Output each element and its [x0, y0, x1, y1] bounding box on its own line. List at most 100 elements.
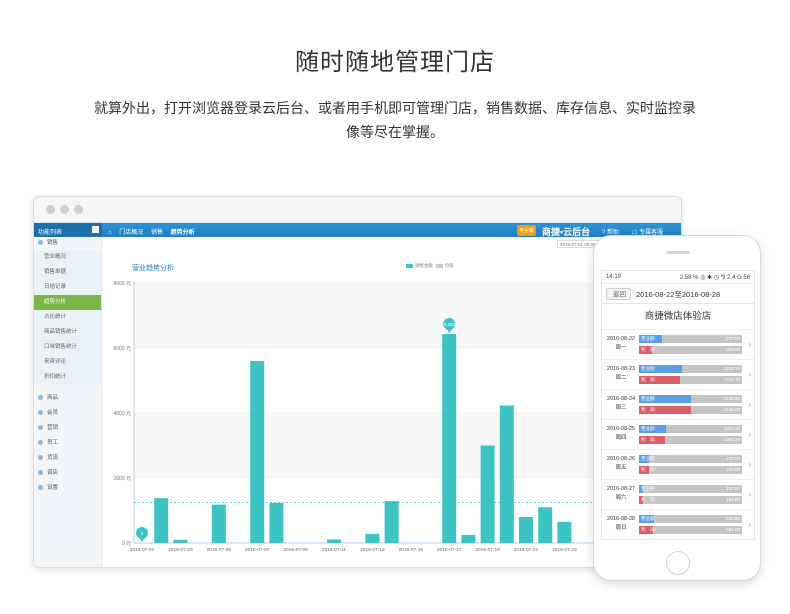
chart-bar: [499, 405, 514, 543]
sidebar-item[interactable]: 占比统计: [34, 310, 101, 325]
page-description: 就算外出，打开浏览器登录云后台、或者用手机即可管理门店，销售数据、库存信息、实时…: [94, 100, 696, 140]
y-tick-label: 8000 元: [113, 281, 131, 287]
daily-list: 2016-08-22 周一 营业额: 537.80 利 润: 309.80 › 2…: [602, 330, 754, 539]
sidebar-item[interactable]: 日结记录: [34, 280, 101, 295]
daily-row[interactable]: 2016-08-27 周六 营业额: 182.00 利 润: 182.00 ›: [602, 480, 754, 510]
sidebar-item[interactable]: 销售单据: [34, 265, 101, 280]
sidebar-group-marketing[interactable]: 营销: [34, 421, 101, 436]
daily-row[interactable]: 2016-08-24 周三 营业额: 2189.00 利 润: 2189.00 ›: [602, 390, 754, 420]
x-tick-label: 2016-07-13: [360, 547, 385, 553]
window-dot-icon: [60, 205, 69, 214]
x-tick-label: 2016-07-21: [514, 547, 539, 553]
home-button[interactable]: [666, 551, 690, 575]
sidebar-item[interactable]: 商品销售统计: [34, 325, 101, 340]
sidebar-group-settings[interactable]: 设置: [34, 481, 101, 496]
day-date: 2016-08-22 周一: [606, 336, 636, 351]
profit-label: 利 润:: [641, 527, 656, 532]
chart-bar: [250, 361, 265, 543]
profit-value: 2189.00: [723, 407, 740, 412]
browser-window: 功能列表 ⌂ 门店概况 销售 趋势分析 专业版 商捷•云后台 ? 帮助 ☖ 专属…: [33, 196, 682, 568]
revenue-bar: 营业额: 182.00: [639, 485, 742, 493]
profit-bar: 利 润: 1065.10: [639, 436, 742, 444]
expand-icon: [38, 440, 43, 446]
chart-bar: [173, 539, 188, 543]
revenue-value: 1093.10: [723, 426, 740, 431]
expand-icon: [38, 455, 43, 461]
chevron-right-icon: ›: [748, 460, 751, 469]
phone-screen: 14:19 2.58 % ◎ ✱ ◷ ⅋ 2.4 G 56 返回 2016-08…: [601, 270, 755, 540]
status-time: 14:19: [606, 274, 622, 280]
profit-bar: 利 润: 2189.00: [639, 406, 742, 414]
sidebar-item[interactable]: 来宾评论: [34, 355, 101, 370]
breadcrumb-item[interactable]: 门店概况: [119, 230, 143, 236]
day-date: 2016-08-26 周五: [606, 456, 636, 471]
back-button[interactable]: 返回: [606, 288, 631, 300]
expand-icon: [38, 470, 43, 476]
y-tick-label: 0 元: [122, 541, 131, 547]
collapse-icon: [38, 240, 43, 246]
sidebar-group-staff[interactable]: 员工: [34, 436, 101, 451]
revenue-value: 182.00: [726, 486, 740, 491]
phone-status-bar: 14:19 2.58 % ◎ ✱ ◷ ⅋ 2.4 G 56: [602, 271, 754, 284]
sidebar-group-members[interactable]: 会员: [34, 406, 101, 421]
revenue-bar: 营业额: 1819.70: [639, 365, 742, 373]
store-name: 商捷微店体验店: [602, 304, 754, 330]
revenue-label: 营业额:: [641, 366, 656, 371]
chart-bar: [384, 501, 399, 543]
revenue-label: 营业额:: [641, 486, 656, 491]
sidebar-group-sales[interactable]: 销售: [34, 237, 101, 250]
y-tick-label: 4000 元: [113, 411, 131, 417]
day-date: 2016-08-25 周四: [606, 426, 636, 441]
home-icon[interactable]: ⌂: [108, 230, 112, 236]
sidebar-group-transfer[interactable]: 调店: [34, 466, 101, 481]
date-range-title: 2016-08-22至2016-08-28: [636, 290, 721, 299]
app-header: 功能列表 ⌂ 门店概况 销售 趋势分析 专业版 商捷•云后台 ? 帮助 ☖ 专属…: [34, 223, 681, 237]
revenue-label: 营业额:: [641, 426, 656, 431]
profit-bar: 利 润: 1733.70: [639, 376, 742, 384]
x-tick-label: 2016-07-23: [552, 547, 577, 553]
x-tick-label: 2016-07-01: [130, 547, 155, 553]
breadcrumb-item: 趋势分析: [170, 230, 195, 236]
breadcrumb: ⌂ 门店概况 销售 趋势分析: [108, 227, 201, 236]
daily-row[interactable]: 2016-08-25 周四 营业额: 1093.10 利 润: 1065.10 ›: [602, 420, 754, 450]
x-tick-label: 2016-07-09: [283, 547, 308, 553]
daily-row[interactable]: 2016-08-23 周二 营业额: 1819.70 利 润: 1733.70 ›: [602, 360, 754, 390]
chart-bar: [327, 539, 341, 543]
sidebar-group-inventory[interactable]: 货流: [34, 451, 101, 466]
status-indicators: 2.58 % ◎ ✱ ◷ ⅋ 2.4 G 56: [679, 275, 750, 281]
sidebar-item[interactable]: 口味销售统计: [34, 340, 101, 355]
revenue-label: 营业额:: [641, 396, 656, 401]
x-tick-label: 2016-07-11: [322, 547, 347, 553]
chevron-right-icon: ›: [748, 490, 751, 499]
profit-label: 利 润:: [641, 377, 656, 382]
chevron-right-icon: ›: [748, 520, 751, 529]
sidebar-group-goods[interactable]: 商品: [34, 391, 101, 406]
function-list-toggle-icon[interactable]: [92, 226, 99, 233]
chart-bar: [365, 533, 380, 543]
chart-bar: [211, 504, 226, 543]
day-date: 2016-08-28 周日: [606, 516, 636, 531]
chevron-right-icon: ›: [748, 340, 751, 349]
phone-nav-bar: 返回 2016-08-22至2016-08-28: [602, 284, 754, 304]
revenue-bar: 营业额: 640.00: [639, 515, 742, 523]
profit-value: 436.00: [726, 467, 740, 472]
profit-label: 利 润:: [641, 467, 656, 472]
window-dot-icon: [74, 205, 83, 214]
sidebar-item[interactable]: 折扣统计: [34, 370, 101, 385]
sidebar-item-trend-active[interactable]: 趋势分析: [34, 295, 101, 310]
x-tick-label: 2016-07-03: [168, 547, 193, 553]
daily-row[interactable]: 2016-08-22 周一 营业额: 537.80 利 润: 309.80 ›: [602, 330, 754, 360]
profit-bar: 利 润: 436.00: [639, 466, 742, 474]
breadcrumb-item[interactable]: 销售: [151, 230, 163, 236]
x-tick-label: 2016-07-17: [437, 547, 462, 553]
sidebar-item[interactable]: 营业概况: [34, 250, 101, 265]
expand-icon: [38, 485, 43, 491]
y-tick-label: 2000 元: [113, 476, 131, 482]
x-tick-label: 2016-07-07: [245, 547, 270, 553]
day-date: 2016-08-24 周三: [606, 396, 636, 411]
daily-row[interactable]: 2016-08-28 周日 营业额: 640.00 利 润: 591.00 ›: [602, 510, 754, 539]
daily-row[interactable]: 2016-08-26 周五 营业额: 438.00 利 润: 436.00 ›: [602, 450, 754, 480]
expand-icon: [38, 410, 43, 416]
edition-badge: 专业版: [517, 225, 537, 236]
y-tick-label: 6000 元: [113, 346, 131, 352]
